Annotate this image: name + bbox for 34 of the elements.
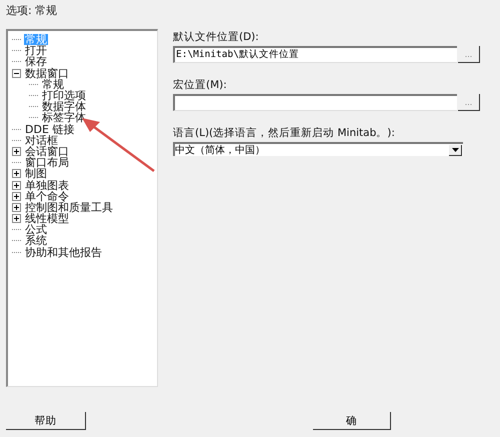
expand-icon[interactable]: [12, 214, 21, 224]
tree-item[interactable]: 控制图和质量工具: [24, 202, 114, 213]
expand-icon[interactable]: [12, 192, 21, 201]
input-field[interactable]: E:\Minitab\默认文件位置: [173, 46, 457, 63]
collapse-icon[interactable]: [12, 68, 21, 78]
tree-item[interactable]: 公式: [24, 224, 48, 236]
expand-icon[interactable]: [12, 180, 21, 190]
help-button[interactable]: 帮助: [6, 412, 86, 430]
tree-item[interactable]: 会话窗口: [24, 146, 70, 157]
expand-icon[interactable]: [12, 202, 21, 212]
tree-item[interactable]: 单个命令: [24, 190, 70, 202]
expand-icon[interactable]: [12, 146, 21, 156]
field-label: 默认文件位置(D):: [173, 30, 260, 44]
language-dropdown[interactable]: 中文（简体，中国）: [173, 142, 463, 156]
field-label: 语言(L)(选择语言，然后重新启动 Minitab。):: [173, 126, 396, 140]
tree-item[interactable]: 单独图表: [24, 180, 70, 191]
tree-item[interactable]: DDE 链接: [24, 124, 76, 135]
tree-item[interactable]: 制图: [24, 168, 48, 180]
tree-item[interactable]: 打开: [24, 45, 48, 56]
tree-item[interactable]: 数据窗口: [24, 68, 70, 79]
expand-icon[interactable]: [12, 169, 21, 178]
tree-item[interactable]: 保存: [24, 56, 48, 68]
tree-item[interactable]: 对话框: [24, 134, 59, 146]
tree-item[interactable]: 协助和其他报告: [24, 246, 103, 258]
window-title: 选项: 常规: [6, 3, 58, 18]
tree-item[interactable]: 线性模型: [24, 213, 70, 224]
tree-item[interactable]: 系统: [24, 235, 48, 246]
tree-item[interactable]: 数据字体: [41, 101, 87, 112]
tree-item[interactable]: 打印选项: [41, 90, 87, 102]
tree-item[interactable]: 常规: [41, 78, 65, 90]
input-field[interactable]: [173, 94, 457, 111]
ok-button[interactable]: 确: [313, 412, 391, 430]
field-label: 宏位置(M):: [173, 78, 228, 92]
tree-item[interactable]: 窗口布局: [24, 157, 70, 168]
